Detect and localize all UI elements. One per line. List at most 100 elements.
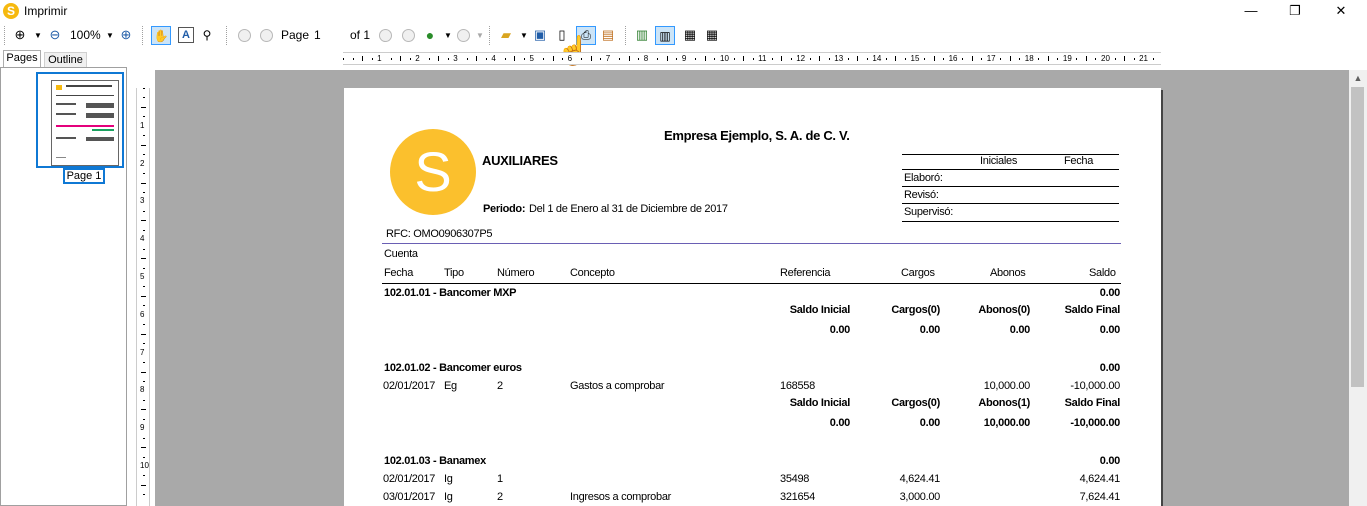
- next-page-icon[interactable]: [377, 27, 393, 43]
- ruler-tick: [428, 58, 430, 60]
- ruler-tick: [143, 191, 145, 193]
- ruler-tick: [143, 267, 145, 269]
- title-bar: S Imprimir — ❐ ✕: [0, 0, 1367, 23]
- ruler-tick: [943, 58, 945, 60]
- ruler-tick: [552, 56, 554, 61]
- ruler-label: 15: [910, 54, 920, 63]
- ruler-tick: [714, 58, 716, 60]
- ruler-tick: [141, 484, 146, 486]
- first-page-icon[interactable]: [236, 27, 252, 43]
- ruler-tick: [657, 58, 659, 60]
- forward-icon[interactable]: [455, 27, 471, 43]
- ruler-tick: [143, 456, 145, 458]
- saldo-inicial-value: 0.00: [829, 324, 851, 336]
- previous-page-icon[interactable]: [258, 27, 274, 43]
- ruler-tick: [143, 399, 145, 401]
- ruler-tick: [143, 173, 145, 175]
- scroll-up-icon[interactable]: ▲: [1349, 70, 1367, 87]
- row-numero: 1: [497, 473, 503, 485]
- ruler-tick: [1085, 56, 1087, 61]
- ruler-label: 21: [1139, 54, 1148, 63]
- ruler-tick: [141, 182, 146, 184]
- ruler-tick: [141, 333, 146, 335]
- ruler-tick: [143, 116, 145, 118]
- hand-tool-icon[interactable]: ✋: [151, 26, 171, 45]
- single-page-view-icon[interactable]: ▥: [634, 27, 650, 43]
- scrollbar-thumb[interactable]: [1351, 87, 1364, 387]
- zoom-dropdown-icon[interactable]: ▼: [102, 27, 118, 43]
- back-dropdown-icon[interactable]: ▼: [440, 27, 456, 43]
- open-dropdown-icon[interactable]: ▼: [516, 27, 532, 43]
- cargos-value: 0.00: [919, 324, 941, 336]
- last-page-icon[interactable]: [400, 27, 416, 43]
- ruler-tick: [352, 58, 354, 60]
- col-referencia: Referencia: [780, 267, 831, 279]
- account-balance: 0.00: [1099, 287, 1121, 299]
- vertical-scrollbar[interactable]: ▲: [1349, 70, 1367, 506]
- ruler-tick: [924, 58, 926, 60]
- ruler-tick: [733, 58, 735, 60]
- minimize-button[interactable]: —: [1228, 0, 1274, 23]
- ruler-tick: [409, 58, 411, 60]
- ruler-tick: [962, 58, 964, 60]
- ruler-tick: [971, 56, 973, 61]
- ruler-label: 9: [681, 54, 687, 63]
- restore-button[interactable]: ❐: [1272, 0, 1318, 23]
- ruler-label: 11: [758, 54, 767, 63]
- ruler-tick: [590, 56, 592, 61]
- cargos-header: Cargos(0): [891, 304, 940, 316]
- account-title: 102.01.03 - Banamex: [384, 455, 486, 467]
- multi-page-view-icon[interactable]: ▦: [704, 27, 720, 43]
- ruler-tick: [143, 418, 145, 420]
- back-icon[interactable]: ●: [422, 27, 438, 43]
- ruler-tick: [638, 58, 640, 60]
- forward-dropdown-icon[interactable]: ▼: [472, 27, 488, 43]
- ruler-tick: [143, 210, 145, 212]
- ruler-label: 3: [140, 196, 145, 206]
- row-fecha: 02/01/2017: [383, 473, 436, 485]
- chevron-down-icon[interactable]: ▼: [30, 27, 46, 43]
- close-button[interactable]: ✕: [1318, 0, 1364, 23]
- ruler-tick: [143, 286, 145, 288]
- ruler-tick: [933, 56, 935, 61]
- ruler-label: 16: [948, 54, 958, 63]
- two-page-view-icon[interactable]: ▦: [682, 27, 698, 43]
- ruler-label: 10: [140, 461, 149, 470]
- ruler-tick: [1057, 58, 1059, 60]
- save-icon[interactable]: ▣: [532, 27, 548, 43]
- continuous-view-icon[interactable]: ▥: [655, 26, 675, 45]
- account-title: 102.01.01 - Bancomer MXP: [384, 287, 517, 299]
- print-preview-window: S Imprimir — ❐ ✕ ⊕ ▼ ⊖ 100% ▼ ⊕ ✋ A ⚲ Pa…: [0, 0, 1367, 506]
- ruler-label: 1: [377, 54, 382, 63]
- zoom-value[interactable]: 100%: [70, 26, 101, 45]
- text-select-icon[interactable]: A: [178, 27, 194, 43]
- ruler-tick: [1124, 56, 1126, 61]
- zoom-in-icon[interactable]: ⊕: [118, 27, 134, 43]
- ruler-tick: [809, 58, 811, 60]
- tab-pages[interactable]: Pages: [3, 50, 41, 67]
- zoom-out-icon[interactable]: ⊖: [47, 27, 63, 43]
- ruler-label: 8: [643, 54, 649, 63]
- ruler-tick: [143, 437, 145, 439]
- ruler-tick: [1076, 58, 1078, 60]
- row-saldo: 7,624.41: [1079, 491, 1121, 503]
- ruler-tick: [141, 371, 146, 373]
- open-folder-icon[interactable]: ▰: [498, 27, 514, 43]
- ruler-tick: [141, 220, 146, 222]
- find-binoculars-icon[interactable]: ⚲: [199, 27, 215, 43]
- toolbar: ⊕ ▼ ⊖ 100% ▼ ⊕ ✋ A ⚲ Page 1 of 1 ● ▼ ▼ ▰…: [0, 23, 1367, 48]
- page-number-input[interactable]: 1: [314, 26, 344, 45]
- initials-header: Iniciales: [980, 155, 1018, 167]
- export-icon[interactable]: ▤: [600, 27, 616, 43]
- page-thumbnail[interactable]: [36, 72, 124, 168]
- ruler-tick: [143, 305, 145, 307]
- zoom-in-dropdown-icon[interactable]: ⊕: [12, 27, 28, 43]
- ruler-tick: [819, 56, 821, 61]
- report-title: AUXILIARES: [482, 153, 558, 168]
- ruler-label: 6: [567, 54, 573, 63]
- tab-outline[interactable]: Outline: [44, 52, 87, 67]
- ruler-tick: [485, 58, 487, 60]
- ruler-label: 6: [140, 309, 145, 319]
- ruler-tick: [562, 58, 564, 60]
- saldo-inicial-header: Saldo Inicial: [789, 397, 851, 409]
